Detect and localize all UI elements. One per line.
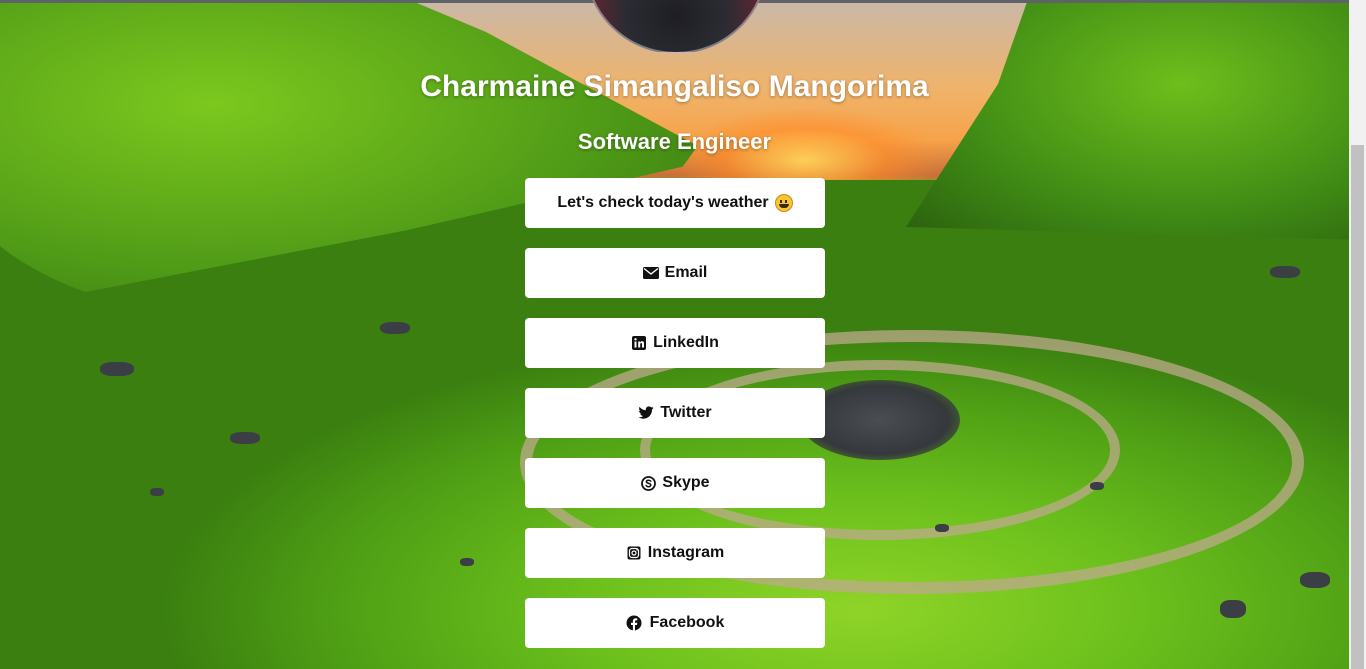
grinning-face-icon xyxy=(774,194,793,212)
facebook-button-label: Facebook xyxy=(649,614,725,631)
twitter-button-label: Twitter xyxy=(660,404,712,421)
weather-button[interactable]: Let's check today's weather xyxy=(525,178,825,228)
profile-name: Charmaine Simangaliso Mangorima xyxy=(420,70,929,103)
linkedin-button-label: LinkedIn xyxy=(653,334,719,351)
stone xyxy=(1090,482,1104,490)
email-button-label: Email xyxy=(664,264,708,281)
skype-button-label: Skype xyxy=(662,474,710,491)
linkedin-button[interactable]: LinkedIn xyxy=(525,318,825,368)
vertical-scrollbar[interactable] xyxy=(1349,0,1366,669)
page: Charmaine Simangaliso Mangorima Software… xyxy=(0,0,1366,669)
stone xyxy=(150,488,164,496)
instagram-button[interactable]: Instagram xyxy=(525,528,825,578)
stone xyxy=(1270,266,1300,278)
facebook-button[interactable]: Facebook xyxy=(525,598,825,648)
stone xyxy=(230,432,260,444)
facebook-icon xyxy=(626,615,642,631)
twitter-button[interactable]: Twitter xyxy=(525,388,825,438)
stone xyxy=(935,524,949,532)
instagram-button-label: Instagram xyxy=(647,544,725,561)
stone xyxy=(380,322,410,334)
link-list: Let's check today's weather Email Linked… xyxy=(525,178,825,668)
twitter-icon xyxy=(638,405,654,421)
stone xyxy=(1300,572,1330,588)
linkedin-icon xyxy=(631,335,647,351)
skype-button[interactable]: Skype xyxy=(525,458,825,508)
email-button[interactable]: Email xyxy=(525,248,825,298)
instagram-icon xyxy=(626,545,642,561)
weather-button-label: Let's check today's weather xyxy=(557,194,769,211)
stone xyxy=(100,362,134,376)
skype-icon xyxy=(640,475,656,491)
envelope-icon xyxy=(642,265,659,281)
stone xyxy=(1220,600,1246,618)
scrollbar-thumb[interactable] xyxy=(1351,145,1364,669)
profile-title: Software Engineer xyxy=(577,129,772,154)
stone xyxy=(460,558,474,566)
